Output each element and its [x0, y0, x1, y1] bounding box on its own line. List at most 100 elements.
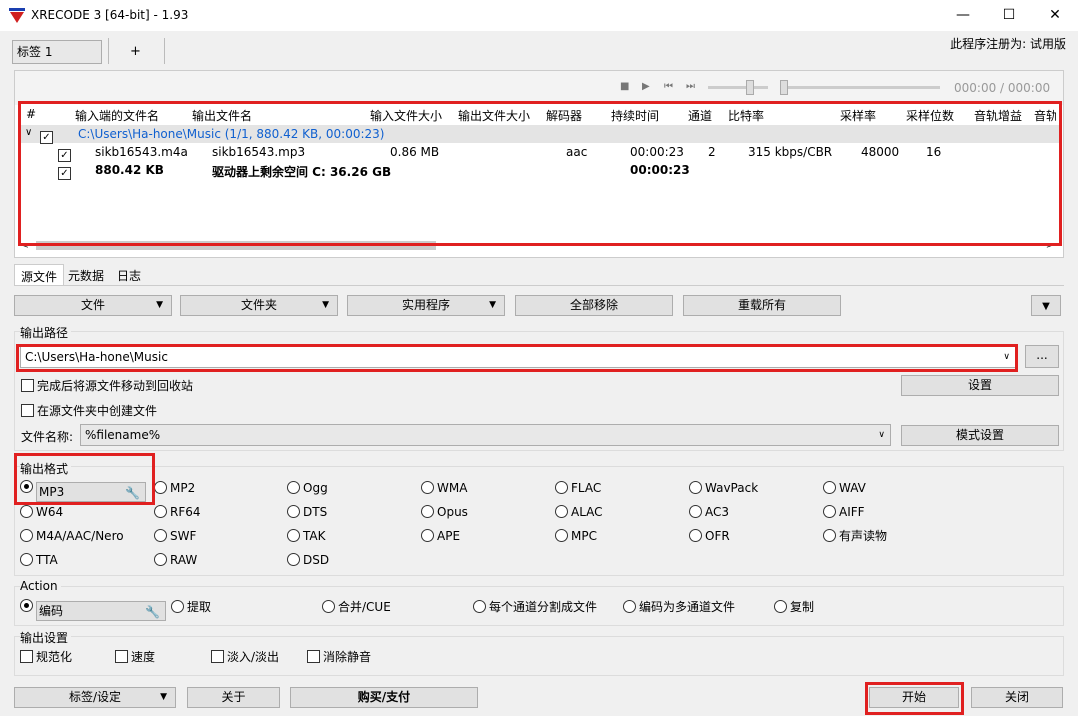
format-radio-dts[interactable]: DTS: [287, 504, 327, 520]
utility-menu-label: 实用程序: [401, 298, 450, 312]
normalize-checkbox[interactable]: 规范化: [20, 649, 72, 665]
format-radio-alac[interactable]: ALAC: [555, 504, 603, 520]
format-radio-flac[interactable]: FLAC: [555, 480, 601, 496]
action-radio-encode[interactable]: 编码 🔧: [20, 598, 166, 621]
remove-all-button[interactable]: 全部移除: [515, 295, 673, 316]
encode-box[interactable]: 编码 🔧: [36, 601, 166, 621]
tags-settings-button[interactable]: 标签/设定 ▼: [14, 687, 176, 708]
format-radio-raw[interactable]: RAW: [154, 552, 197, 568]
format-radio-mp3[interactable]: MP3 🔧: [20, 479, 146, 502]
format-radio-m4a[interactable]: M4A/AAC/Nero: [20, 528, 124, 544]
pattern-settings-button[interactable]: 模式设置: [901, 425, 1059, 446]
col-header-gain[interactable]: 音轨增益: [974, 107, 1022, 124]
format-radio-rf64[interactable]: RF64: [154, 504, 201, 520]
col-header-input-size[interactable]: 输入文件大小: [370, 107, 442, 124]
close-window-button[interactable]: ✕: [1032, 0, 1078, 31]
format-radio-audiobook[interactable]: 有声读物: [823, 528, 887, 544]
action-radio-split[interactable]: 每个通道分割成文件: [473, 599, 597, 615]
start-button[interactable]: 开始: [869, 687, 959, 708]
format-radio-ogg[interactable]: Ogg: [287, 480, 328, 496]
col-header-output-size[interactable]: 输出文件大小: [458, 107, 530, 124]
col-header-decoder[interactable]: 解码器: [546, 107, 582, 124]
volume-slider-thumb[interactable]: [746, 80, 754, 95]
reload-all-button[interactable]: 重载所有: [683, 295, 841, 316]
col-header-channels[interactable]: 通道: [688, 107, 712, 124]
seek-slider[interactable]: [780, 86, 940, 89]
col-header-bitrate[interactable]: 比特率: [728, 107, 764, 124]
collapse-chevron-icon[interactable]: ∨: [25, 127, 32, 138]
seek-slider-thumb[interactable]: [780, 80, 788, 95]
tab-divider: [164, 38, 165, 64]
group-checkbox[interactable]: ✓: [40, 126, 56, 144]
tab-metadata[interactable]: 元数据: [68, 267, 104, 284]
col-header-duration[interactable]: 持续时间: [611, 107, 659, 124]
format-label: APE: [437, 529, 461, 543]
buy-button[interactable]: 购买/支付: [290, 687, 478, 708]
scroll-left-icon[interactable]: <: [22, 241, 29, 250]
tab-source-files[interactable]: 源文件: [14, 264, 64, 286]
format-radio-aiff[interactable]: AIFF: [823, 504, 865, 520]
format-radio-swf[interactable]: SWF: [154, 528, 196, 544]
radio-circle: [421, 529, 434, 542]
more-menu-button[interactable]: ▼: [1031, 295, 1061, 316]
col-header-input-name[interactable]: 输入端的文件名: [75, 107, 159, 124]
col-header-samplerate[interactable]: 采样率: [840, 107, 876, 124]
tab-1[interactable]: 标签 1: [12, 40, 102, 64]
add-tab-button[interactable]: +: [130, 44, 141, 59]
format-radio-wma[interactable]: WMA: [421, 480, 467, 496]
wrench-icon[interactable]: 🔧: [145, 603, 160, 621]
volume-slider[interactable]: [708, 86, 768, 89]
format-radio-ofr[interactable]: OFR: [689, 528, 730, 544]
next-icon[interactable]: ⏭: [686, 81, 695, 92]
utility-menu-button[interactable]: 实用程序 ▼: [347, 295, 505, 316]
filename-combobox[interactable]: %filename% ∨: [80, 424, 891, 446]
close-button[interactable]: 关闭: [971, 687, 1063, 708]
action-radio-merge[interactable]: 合并/CUE: [322, 599, 391, 615]
format-radio-w64[interactable]: W64: [20, 504, 63, 520]
format-radio-dsd[interactable]: DSD: [287, 552, 329, 568]
previous-icon[interactable]: ⏮: [664, 81, 673, 92]
horizontal-scrollbar[interactable]: [36, 241, 436, 250]
col-header-track[interactable]: 音轨: [1034, 107, 1056, 124]
format-radio-ape[interactable]: APE: [421, 528, 460, 544]
scroll-right-icon[interactable]: >: [1046, 241, 1053, 250]
format-radio-mpc[interactable]: MPC: [555, 528, 597, 544]
format-radio-ac3[interactable]: AC3: [689, 504, 729, 520]
col-header-bits[interactable]: 采样位数: [906, 107, 954, 124]
play-icon[interactable]: ▶: [642, 81, 650, 92]
action-radio-copy[interactable]: 复制: [774, 599, 814, 615]
dropdown-arrow-icon: ▼: [1042, 301, 1050, 312]
col-header-index[interactable]: #: [26, 107, 36, 121]
speed-checkbox[interactable]: 速度: [115, 649, 155, 665]
summary-checkbox[interactable]: ✓: [58, 162, 74, 180]
tab-log[interactable]: 日志: [117, 267, 141, 284]
output-path-combobox[interactable]: C:\Users\Ha-hone\Music ∨: [20, 346, 1016, 368]
create-in-source-checkbox[interactable]: 在源文件夹中创建文件: [21, 403, 157, 419]
move-to-recycle-label: 完成后将源文件移动到回收站: [37, 379, 194, 393]
minimize-button[interactable]: —: [940, 0, 986, 31]
maximize-button[interactable]: ☐: [986, 0, 1032, 31]
folder-menu-button[interactable]: 文件夹 ▼: [180, 295, 338, 316]
radio-circle: [689, 529, 702, 542]
wrench-icon[interactable]: 🔧: [125, 484, 140, 502]
format-mp3-box[interactable]: MP3 🔧: [36, 482, 146, 502]
browse-button[interactable]: ...: [1025, 345, 1059, 368]
remove-silence-checkbox[interactable]: 消除静音: [307, 649, 371, 665]
file-menu-button[interactable]: 文件 ▼: [14, 295, 172, 316]
format-radio-wav[interactable]: WAV: [823, 480, 866, 496]
settings-button[interactable]: 设置: [901, 375, 1059, 396]
format-radio-mp2[interactable]: MP2: [154, 480, 195, 496]
move-to-recycle-checkbox[interactable]: 完成后将源文件移动到回收站: [21, 378, 193, 394]
about-button[interactable]: 关于: [187, 687, 280, 708]
action-radio-multichannel[interactable]: 编码为多通道文件: [623, 599, 735, 615]
action-radio-extract[interactable]: 提取: [171, 599, 211, 615]
format-radio-tta[interactable]: TTA: [20, 552, 58, 568]
format-radio-opus[interactable]: Opus: [421, 504, 468, 520]
format-label: TAK: [303, 529, 326, 543]
format-radio-wavpack[interactable]: WavPack: [689, 480, 758, 496]
format-radio-tak[interactable]: TAK: [287, 528, 325, 544]
fade-checkbox[interactable]: 淡入/淡出: [211, 649, 279, 665]
col-header-output-name[interactable]: 输出文件名: [192, 107, 252, 124]
stop-icon[interactable]: ■: [620, 81, 629, 92]
file-checkbox[interactable]: ✓: [58, 144, 74, 162]
